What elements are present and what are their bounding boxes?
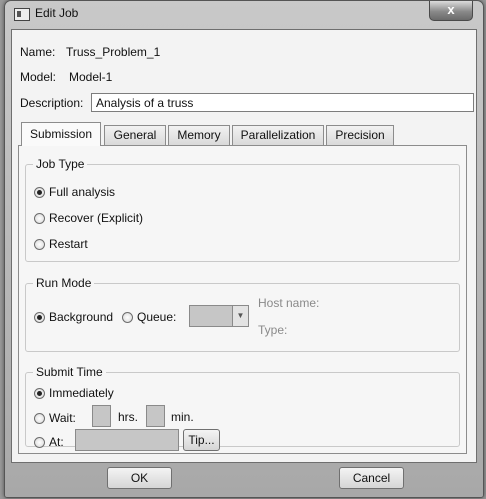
radio-checked-icon: [34, 312, 45, 323]
wait-label: Wait:: [49, 411, 76, 425]
radio-unchecked-icon: [34, 413, 45, 424]
at-radio[interactable]: At:: [34, 434, 64, 450]
name-value: Truss_Problem_1: [66, 45, 161, 59]
run-mode-group: Run Mode Background Queue: ▼ Host name: …: [25, 276, 460, 352]
model-label: Model:: [20, 70, 57, 84]
queue-combobox[interactable]: ▼: [189, 305, 249, 327]
queue-radio[interactable]: Queue:: [122, 309, 176, 325]
min-label: min.: [171, 410, 194, 424]
run-mode-legend: Run Mode: [33, 276, 95, 290]
wait-hours-input[interactable]: [92, 405, 111, 427]
radio-unchecked-icon: [34, 213, 45, 224]
full-analysis-radio[interactable]: Full analysis: [34, 184, 115, 200]
at-time-input[interactable]: [75, 429, 179, 451]
at-label: At:: [49, 435, 64, 449]
close-button[interactable]: x: [429, 1, 473, 21]
window-icon: [14, 8, 30, 21]
dialog-body: Name: Truss_Problem_1 Model: Model-1 Des…: [11, 29, 477, 463]
immediately-radio[interactable]: Immediately: [34, 385, 114, 401]
radio-unchecked-icon: [34, 239, 45, 250]
edit-job-dialog: Edit Job x Name: Truss_Problem_1 Model: …: [4, 0, 484, 498]
hrs-label: hrs.: [118, 410, 139, 424]
queue-label: Queue:: [137, 310, 177, 324]
restart-radio[interactable]: Restart: [34, 236, 88, 252]
name-label: Name:: [20, 45, 56, 59]
restart-label: Restart: [49, 237, 88, 251]
window-title: Edit Job: [35, 6, 79, 20]
submit-time-legend: Submit Time: [33, 365, 106, 379]
tab-general[interactable]: General: [104, 125, 166, 145]
title-bar: Edit Job x: [5, 1, 483, 27]
description-input[interactable]: [91, 93, 474, 112]
description-label: Description:: [20, 96, 84, 110]
tab-memory[interactable]: Memory: [168, 125, 230, 145]
immediately-label: Immediately: [49, 386, 114, 400]
radio-unchecked-icon: [122, 312, 133, 323]
radio-checked-icon: [34, 187, 45, 198]
wait-minutes-input[interactable]: [146, 405, 165, 427]
submission-panel: Job Type Full analysis Recover (Explicit…: [18, 145, 467, 454]
submit-time-group: Submit Time Immediately Wait: hrs. min. …: [25, 365, 460, 451]
tab-submission[interactable]: Submission: [21, 122, 101, 146]
wait-radio[interactable]: Wait:: [34, 410, 76, 426]
host-name-label: Host name:: [258, 296, 320, 310]
chevron-down-icon[interactable]: ▼: [232, 306, 248, 326]
type-label: Type:: [258, 323, 288, 337]
recover-explicit-label: Recover (Explicit): [49, 211, 144, 225]
job-type-group: Job Type Full analysis Recover (Explicit…: [25, 157, 460, 262]
job-type-legend: Job Type: [33, 157, 88, 171]
tip-button[interactable]: Tip...: [183, 429, 220, 451]
full-analysis-label: Full analysis: [49, 185, 116, 199]
radio-checked-icon: [34, 388, 45, 399]
model-value: Model-1: [69, 70, 113, 84]
recover-explicit-radio[interactable]: Recover (Explicit): [34, 210, 143, 226]
ok-button[interactable]: OK: [107, 467, 172, 489]
background-radio[interactable]: Background: [34, 309, 113, 325]
radio-unchecked-icon: [34, 437, 45, 448]
cancel-button[interactable]: Cancel: [339, 467, 404, 489]
tab-precision[interactable]: Precision: [326, 125, 394, 145]
background-label: Background: [49, 310, 114, 324]
tab-parallelization[interactable]: Parallelization: [232, 125, 324, 145]
